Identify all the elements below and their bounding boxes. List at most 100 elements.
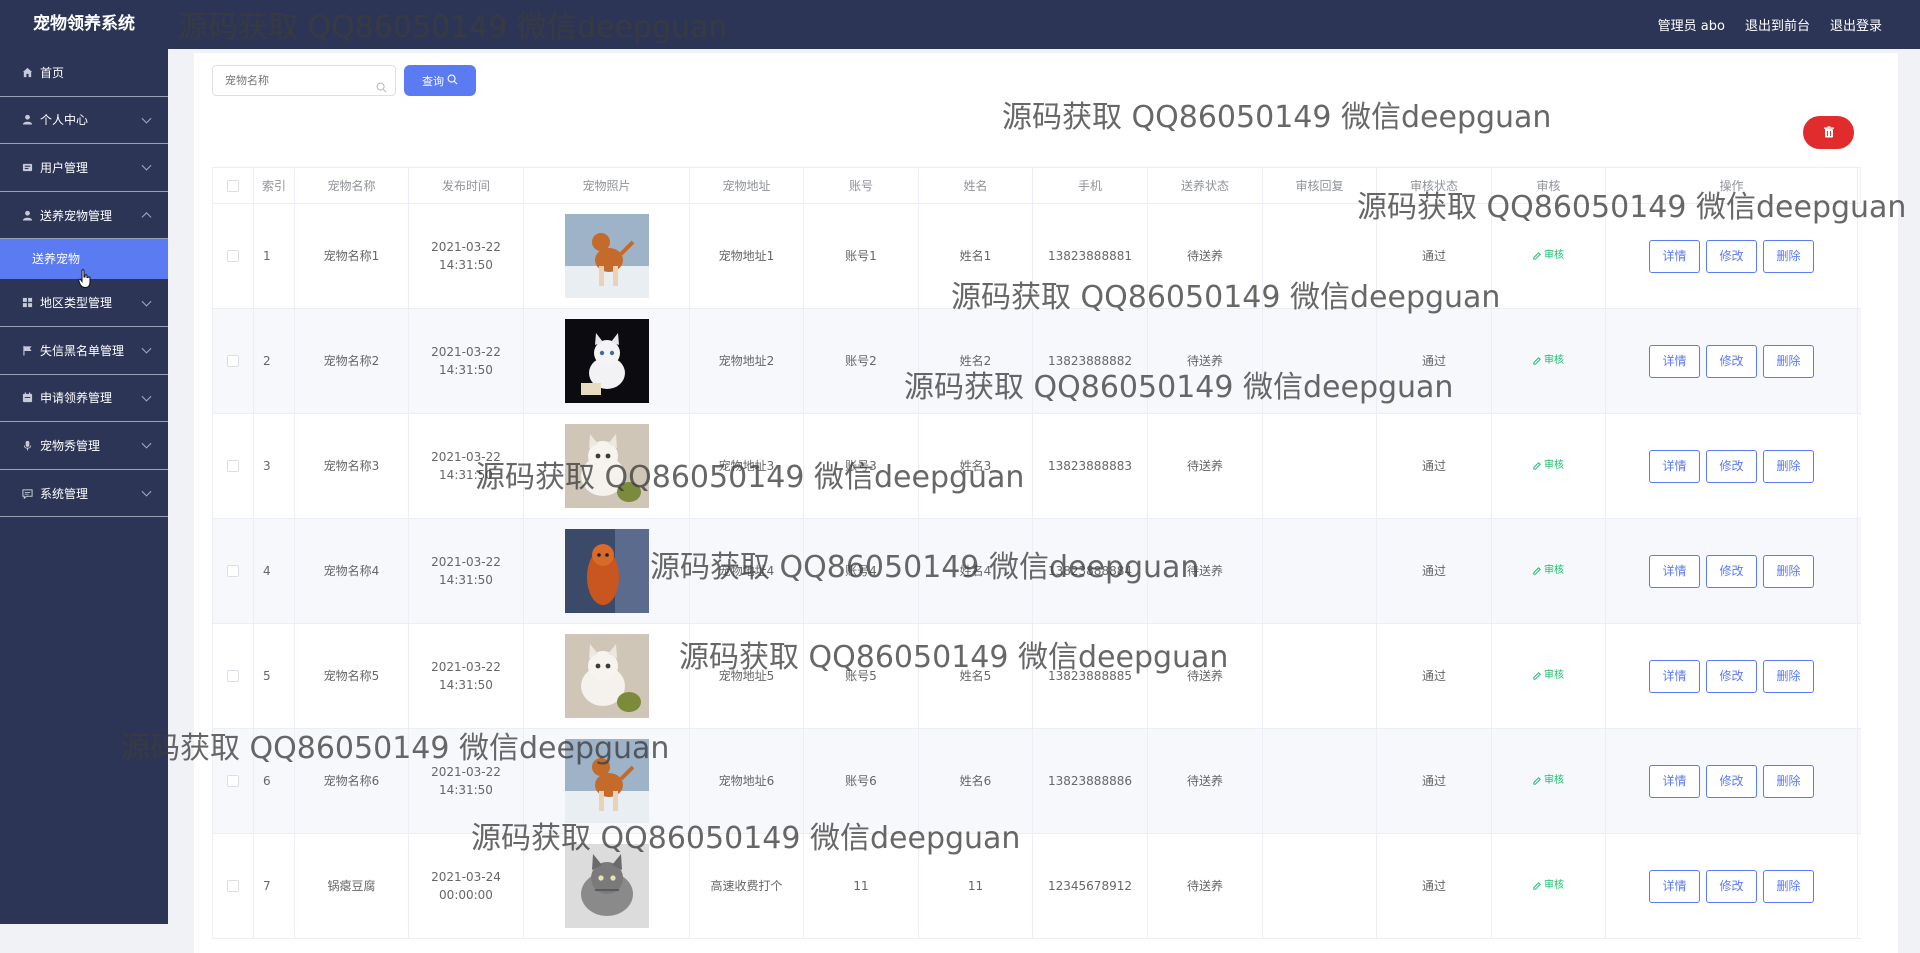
audit-action-cell: 审核: [1492, 414, 1606, 518]
row-checkbox[interactable]: [227, 565, 239, 577]
chevron-down-icon: [141, 343, 152, 354]
row-checkbox[interactable]: [227, 460, 239, 472]
query-button[interactable]: 查询: [404, 65, 476, 96]
person-name-cell: 11: [919, 834, 1033, 938]
trash-icon: [1823, 123, 1835, 142]
table-row: 3 宠物名称3 2021-03-22 14:31:50 宠物地址3 账号3 姓名3 1382…: [212, 414, 1861, 519]
audit-link-label: 审核: [1544, 460, 1564, 471]
chevron-down-icon: [141, 439, 152, 450]
table-header-cell: 宠物地址: [690, 168, 804, 203]
table-row: 6 宠物名称6 2021-03-22 14:31:50 宠物地址6 账号6 姓名6 1382…: [212, 729, 1861, 834]
edit-icon: [1533, 882, 1541, 890]
delete-button[interactable]: 删除: [1763, 659, 1814, 693]
pet-photo[interactable]: [564, 319, 649, 403]
audit-link[interactable]: 审核: [1533, 667, 1564, 685]
phone-cell: 13823888886: [1033, 729, 1148, 833]
audit-link[interactable]: 审核: [1533, 352, 1564, 370]
sidebar-item-label: 失信黑名单管理: [40, 343, 125, 358]
pet-name-cell: 宠物名称6: [295, 729, 409, 833]
chevron-down-icon: [141, 391, 152, 402]
pet-photo[interactable]: [564, 739, 649, 823]
sidebar-subitem-label: 送养宠物: [32, 252, 81, 267]
sidebar: 首页 个人中心 用户管理 送养宠物管理 送养宠物 地区类型管理 失信黑名单管理 …: [0, 49, 168, 924]
edit-button[interactable]: 修改: [1706, 344, 1757, 378]
edit-icon: [1533, 672, 1541, 680]
detail-button[interactable]: 详情: [1649, 554, 1700, 588]
pet-photo[interactable]: [564, 424, 649, 508]
pet-photo[interactable]: [564, 844, 649, 928]
rehome-status-cell: 待送养: [1148, 519, 1263, 623]
front-link[interactable]: 退出到前台: [1745, 15, 1810, 34]
sidebar-item-system[interactable]: 系统管理: [0, 470, 168, 518]
table-header-cell: 宠物名称: [295, 168, 409, 203]
sidebar-item-label: 用户管理: [40, 160, 89, 175]
edit-button[interactable]: 修改: [1706, 659, 1757, 693]
row-checkbox[interactable]: [227, 775, 239, 787]
audit-reply-cell: [1263, 204, 1377, 308]
search-input[interactable]: [225, 74, 365, 87]
select-all-checkbox[interactable]: [227, 179, 239, 192]
pet-photo-cell: [524, 204, 690, 308]
audit-link[interactable]: 审核: [1533, 877, 1564, 895]
detail-button[interactable]: 详情: [1649, 344, 1700, 378]
sidebar-item-label: 个人中心: [40, 113, 89, 128]
sidebar-item-pet-rehoming[interactable]: 送养宠物管理: [0, 192, 168, 240]
detail-button[interactable]: 详情: [1649, 764, 1700, 798]
audit-link-label: 审核: [1544, 355, 1564, 366]
detail-button[interactable]: 详情: [1649, 449, 1700, 483]
admin-label: 管理员 abo: [1657, 19, 1725, 34]
audit-link[interactable]: 审核: [1533, 772, 1564, 790]
delete-button[interactable]: 删除: [1763, 344, 1814, 378]
operations-cell: 详情 修改 删除: [1606, 624, 1858, 728]
message-icon: [20, 486, 34, 500]
edit-button[interactable]: 修改: [1706, 554, 1757, 588]
edit-button[interactable]: 修改: [1706, 869, 1757, 903]
audit-link[interactable]: 审核: [1533, 562, 1564, 580]
sidebar-item-home[interactable]: 首页: [0, 49, 168, 97]
audit-link[interactable]: 审核: [1533, 247, 1564, 265]
sidebar-item-adoption-requests[interactable]: 申请领养管理: [0, 375, 168, 423]
batch-delete-button[interactable]: [1803, 116, 1854, 149]
delete-button[interactable]: 删除: [1763, 554, 1814, 588]
edit-button[interactable]: 修改: [1706, 764, 1757, 798]
pet-photo[interactable]: [564, 214, 649, 298]
pet-name-search-input[interactable]: [212, 65, 396, 96]
delete-button[interactable]: 删除: [1763, 764, 1814, 798]
rehome-status-cell: 待送养: [1148, 624, 1263, 728]
audit-link[interactable]: 审核: [1533, 457, 1564, 475]
calendar-icon: [20, 391, 34, 405]
sidebar-item-profile[interactable]: 个人中心: [0, 97, 168, 145]
row-checkbox[interactable]: [227, 670, 239, 682]
account-cell: 账号2: [804, 309, 919, 413]
row-checkbox[interactable]: [227, 250, 239, 262]
table-row: 5 宠物名称5 2021-03-22 14:31:50 宠物地址5 账号5 姓名5 1382…: [212, 624, 1861, 729]
pet-address-cell: 宠物地址5: [690, 624, 804, 728]
publish-time-cell: 2021-03-22 14:31:50: [409, 309, 524, 413]
edit-button[interactable]: 修改: [1706, 449, 1757, 483]
pet-photo[interactable]: [564, 634, 649, 718]
delete-button[interactable]: 删除: [1763, 869, 1814, 903]
sidebar-item-label: 送养宠物管理: [40, 208, 113, 223]
audit-reply-cell: [1263, 414, 1377, 518]
sidebar-item-pet-show[interactable]: 宠物秀管理: [0, 422, 168, 470]
detail-button[interactable]: 详情: [1649, 239, 1700, 273]
logout-link[interactable]: 退出登录: [1830, 15, 1882, 34]
delete-button[interactable]: 删除: [1763, 239, 1814, 273]
table-header-cell: 审核状态: [1377, 168, 1492, 203]
delete-button[interactable]: 删除: [1763, 449, 1814, 483]
sidebar-item-blacklist[interactable]: 失信黑名单管理: [0, 327, 168, 375]
header-checkbox-cell: [213, 168, 254, 203]
user-icon: [20, 208, 34, 222]
sidebar-item-users[interactable]: 用户管理: [0, 144, 168, 192]
row-checkbox[interactable]: [227, 880, 239, 892]
edit-button[interactable]: 修改: [1706, 239, 1757, 273]
audit-status-cell: 通过: [1377, 309, 1492, 413]
row-checkbox[interactable]: [227, 355, 239, 367]
pet-photo[interactable]: [564, 529, 649, 613]
detail-button[interactable]: 详情: [1649, 869, 1700, 903]
detail-button[interactable]: 详情: [1649, 659, 1700, 693]
pet-address-cell: 宠物地址4: [690, 519, 804, 623]
account-cell: 账号6: [804, 729, 919, 833]
search-icon: [376, 75, 387, 104]
pet-name-cell: 宠物名称1: [295, 204, 409, 308]
